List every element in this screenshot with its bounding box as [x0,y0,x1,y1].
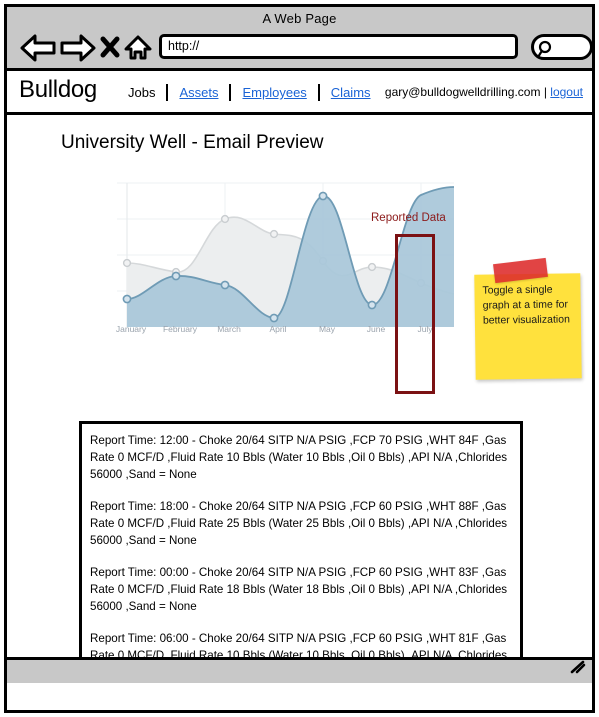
page-title: University Well - Email Preview [61,132,324,153]
forward-arrow-icon[interactable] [59,33,97,63]
home-icon[interactable] [123,33,153,63]
reported-data-highlight-box [395,234,435,394]
user-account-area: gary@bulldogwelldrilling.com | logout [385,85,583,99]
site-navbar: Bulldog Jobs Assets Employees Claims gar… [7,71,592,115]
status-bar [7,657,592,683]
x-tick-april: April [269,324,287,334]
url-input[interactable]: http:// [159,34,518,59]
app-root: A Web Page http:// Bulldog Jobs Assets E… [0,0,599,717]
report-entry: Report Time: 00:00 - Choke 20/64 SITP N/… [90,566,508,613]
browser-toolbar: http:// [7,29,593,69]
resize-grip-icon[interactable] [570,660,586,679]
page-body: Bulldog Jobs Assets Employees Claims gar… [7,71,592,683]
report-preview-box: Report Time: 12:00 - Choke 20/64 SITP N/… [79,421,523,664]
x-tick-february: February [162,324,198,334]
nav-item-employees[interactable]: Employees [231,85,317,100]
search-input[interactable] [531,34,593,60]
user-email: gary@bulldogwelldrilling.com [384,85,541,99]
sticky-note-text: Toggle a single graph at a time for bett… [482,283,570,327]
x-tick-june: June [366,324,386,334]
sticky-note: Toggle a single graph at a time for bett… [474,273,582,380]
stop-x-icon[interactable] [99,33,121,61]
user-separator: | [543,85,547,99]
nav-item-claims[interactable]: Claims [320,85,382,100]
browser-chrome: A Web Page http:// [7,7,593,71]
reported-data-label: Reported Data [371,212,446,224]
brand-logo[interactable]: Bulldog [19,76,97,104]
report-entry: Report Time: 12:00 - Choke 20/64 SITP N/… [90,434,508,481]
x-tick-may: May [318,324,336,334]
x-tick-january: January [115,324,147,334]
browser-window: A Web Page http:// Bulldog Jobs Assets E… [4,4,595,713]
report-entry: Report Time: 18:00 - Choke 20/64 SITP N/… [90,500,508,547]
back-arrow-icon[interactable] [19,33,57,63]
nav-item-assets[interactable]: Assets [168,85,229,100]
nav-item-jobs[interactable]: Jobs [117,85,166,100]
search-icon [537,40,555,63]
window-title: A Web Page [262,11,337,26]
logout-link[interactable]: logout [550,85,583,99]
x-tick-march: March [217,324,241,334]
primary-nav: Jobs Assets Employees Claims [117,84,382,101]
